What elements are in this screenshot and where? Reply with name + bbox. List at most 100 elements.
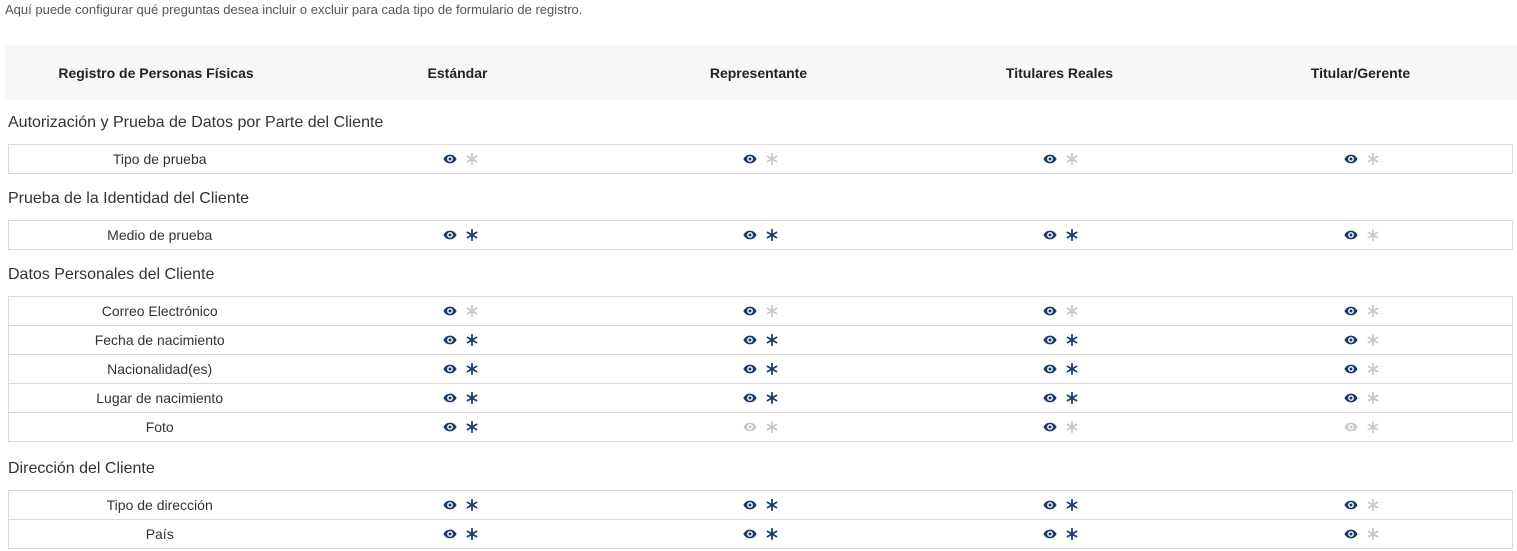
eye-icon[interactable] (1344, 228, 1358, 242)
intro-text: Aquí puede configurar qué preguntas dese… (5, 2, 583, 17)
toggle-cell (310, 228, 610, 242)
asterisk-icon[interactable] (765, 391, 779, 405)
section-title: Autorización y Prueba de Datos por Parte… (8, 114, 384, 131)
row-label: Fecha de nacimiento (94, 332, 225, 348)
asterisk-icon[interactable] (1065, 333, 1079, 347)
asterisk-icon[interactable] (1065, 152, 1079, 166)
asterisk-icon[interactable] (1065, 391, 1079, 405)
eye-icon[interactable] (443, 333, 457, 347)
asterisk-icon[interactable] (1366, 420, 1380, 434)
toggle-cell (911, 391, 1211, 405)
toggle-cell (1212, 527, 1512, 541)
toggle-cell (611, 498, 911, 512)
eye-icon[interactable] (743, 304, 757, 318)
eye-icon[interactable] (1344, 304, 1358, 318)
header-col-titular-gerente: Titular/Gerente (1310, 64, 1411, 81)
asterisk-icon[interactable] (1366, 498, 1380, 512)
toggle-cell (310, 391, 610, 405)
eye-icon[interactable] (1043, 152, 1057, 166)
eye-icon[interactable] (743, 228, 757, 242)
header-col-representante: Representante (709, 64, 808, 81)
asterisk-icon[interactable] (1366, 333, 1380, 347)
eye-icon[interactable] (1043, 498, 1057, 512)
eye-icon[interactable] (743, 333, 757, 347)
eye-icon[interactable] (1043, 420, 1057, 434)
asterisk-icon[interactable] (1065, 228, 1079, 242)
asterisk-icon[interactable] (765, 362, 779, 376)
eye-icon[interactable] (743, 362, 757, 376)
eye-icon[interactable] (1344, 333, 1358, 347)
eye-icon[interactable] (1344, 362, 1358, 376)
eye-icon[interactable] (1344, 391, 1358, 405)
asterisk-icon[interactable] (465, 498, 479, 512)
asterisk-icon[interactable] (1065, 362, 1079, 376)
asterisk-icon[interactable] (765, 333, 779, 347)
asterisk-icon[interactable] (465, 228, 479, 242)
asterisk-icon[interactable] (1065, 420, 1079, 434)
eye-icon[interactable] (1043, 391, 1057, 405)
toggle-cell (1212, 152, 1512, 166)
toggle-cell (310, 420, 610, 434)
toggle-cell (911, 498, 1211, 512)
asterisk-icon[interactable] (1366, 304, 1380, 318)
asterisk-icon[interactable] (765, 152, 779, 166)
asterisk-icon[interactable] (1366, 391, 1380, 405)
asterisk-icon[interactable] (765, 420, 779, 434)
eye-icon[interactable] (443, 304, 457, 318)
header-title: Registro de Personas Físicas (58, 64, 254, 81)
row-label: Tipo de dirección (106, 497, 213, 513)
asterisk-icon[interactable] (765, 228, 779, 242)
toggle-cell (911, 333, 1211, 347)
asterisk-icon[interactable] (765, 498, 779, 512)
eye-icon[interactable] (1043, 304, 1057, 318)
eye-icon[interactable] (1344, 420, 1358, 434)
eye-icon[interactable] (743, 420, 757, 434)
asterisk-icon[interactable] (765, 527, 779, 541)
asterisk-icon[interactable] (1065, 304, 1079, 318)
eye-icon[interactable] (1043, 362, 1057, 376)
toggle-cell (1212, 420, 1512, 434)
eye-icon[interactable] (1043, 333, 1057, 347)
eye-icon[interactable] (1043, 228, 1057, 242)
toggle-cell (310, 152, 610, 166)
toggle-cell (611, 527, 911, 541)
eye-icon[interactable] (743, 391, 757, 405)
asterisk-icon[interactable] (1065, 498, 1079, 512)
eye-icon[interactable] (1344, 152, 1358, 166)
eye-icon[interactable] (443, 391, 457, 405)
asterisk-icon[interactable] (1366, 228, 1380, 242)
asterisk-icon[interactable] (1366, 527, 1380, 541)
eye-icon[interactable] (443, 498, 457, 512)
toggle-cell (310, 527, 610, 541)
toggle-cell (911, 152, 1211, 166)
eye-icon[interactable] (443, 527, 457, 541)
toggle-cell (1212, 362, 1512, 376)
eye-icon[interactable] (743, 498, 757, 512)
eye-icon[interactable] (743, 152, 757, 166)
asterisk-icon[interactable] (465, 527, 479, 541)
asterisk-icon[interactable] (1366, 362, 1380, 376)
asterisk-icon[interactable] (465, 304, 479, 318)
section-title: Prueba de la Identidad del Cliente (8, 190, 250, 207)
asterisk-icon[interactable] (765, 304, 779, 318)
asterisk-icon[interactable] (1366, 152, 1380, 166)
asterisk-icon[interactable] (465, 362, 479, 376)
toggle-cell (611, 304, 911, 318)
eye-icon[interactable] (1043, 527, 1057, 541)
toggle-cell (611, 391, 911, 405)
eye-icon[interactable] (743, 527, 757, 541)
eye-icon[interactable] (443, 152, 457, 166)
asterisk-icon[interactable] (465, 152, 479, 166)
toggle-cell (1212, 333, 1512, 347)
eye-icon[interactable] (443, 228, 457, 242)
eye-icon[interactable] (1344, 527, 1358, 541)
asterisk-icon[interactable] (465, 420, 479, 434)
eye-icon[interactable] (443, 420, 457, 434)
eye-icon[interactable] (443, 362, 457, 376)
asterisk-icon[interactable] (1065, 527, 1079, 541)
asterisk-icon[interactable] (465, 333, 479, 347)
table-header: Registro de Personas Físicas Estándar Re… (5, 45, 1517, 100)
toggle-cell (310, 304, 610, 318)
asterisk-icon[interactable] (465, 391, 479, 405)
eye-icon[interactable] (1344, 498, 1358, 512)
